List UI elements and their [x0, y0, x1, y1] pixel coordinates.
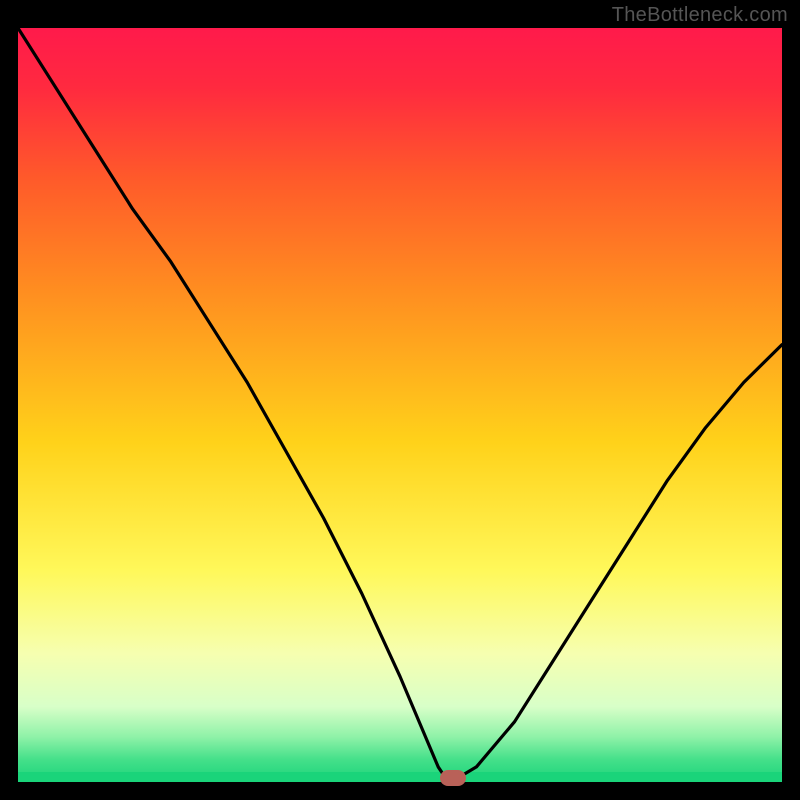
- plot-area: [18, 28, 782, 782]
- gradient-background: [18, 28, 782, 782]
- chart-svg: [18, 28, 782, 782]
- chart-frame: TheBottleneck.com: [0, 0, 800, 800]
- watermark-text: TheBottleneck.com: [612, 4, 788, 27]
- optimal-point-marker: [440, 770, 466, 786]
- bottom-green-band: [18, 772, 782, 782]
